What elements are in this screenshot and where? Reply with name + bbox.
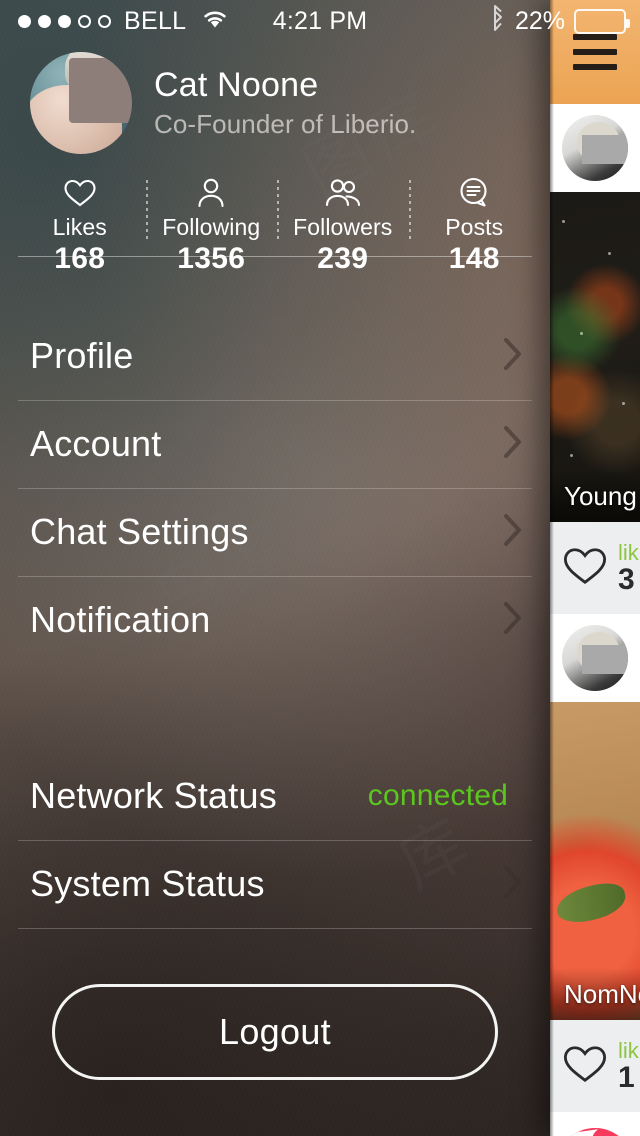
stat-followers[interactable]: Followers 239 — [277, 176, 409, 276]
feed-panel[interactable]: Young W lik 3 NomNo lik — [550, 0, 640, 1136]
menu-item-label: Account — [30, 423, 502, 465]
stat-label: Followers — [277, 214, 409, 241]
profile-name-block: Cat Noone Co-Founder of Liberio. — [154, 66, 416, 139]
stat-value: 148 — [409, 242, 541, 276]
feed-card-like-text: lik 3 — [618, 541, 639, 596]
profile-stats: Likes 168 Following 1356 Followers 239 — [0, 176, 550, 276]
menu-item-notification[interactable]: Notification — [0, 576, 550, 664]
avatar[interactable] — [562, 625, 628, 691]
feed-card-photo[interactable]: NomNo — [550, 702, 640, 1020]
feed-card-caption: NomNo — [550, 968, 640, 1020]
menu-item-label: Notification — [30, 599, 502, 641]
battery-percent-label: 22% — [515, 7, 565, 36]
feed-logo-row — [550, 1112, 640, 1136]
menu-divider — [18, 928, 532, 929]
menu-item-account[interactable]: Account — [0, 400, 550, 488]
stat-label: Following — [146, 214, 278, 241]
profile-name: Cat Noone — [154, 66, 416, 105]
like-count: 3 — [618, 564, 639, 596]
stat-likes[interactable]: Likes 168 — [14, 176, 146, 276]
heart-icon — [14, 176, 146, 210]
feed-card-avatar-row[interactable] — [550, 104, 640, 192]
like-label: lik — [618, 1039, 639, 1062]
feed-card-like-row[interactable]: lik 3 — [550, 522, 640, 614]
menu-item-network-status[interactable]: Network Status connected — [0, 752, 550, 840]
app-screen: 图库 鸟图 库 BELL 4:21 PM — [0, 0, 640, 1136]
stat-posts[interactable]: Posts 148 — [409, 176, 541, 276]
network-status-value: connected — [368, 779, 508, 813]
like-count: 1 — [618, 1062, 639, 1094]
like-label: lik — [618, 541, 639, 564]
menu-item-label: Profile — [30, 335, 502, 377]
battery-icon — [574, 9, 626, 34]
status-bar: BELL 4:21 PM 22% — [0, 0, 640, 42]
avatar[interactable] — [562, 115, 628, 181]
bluetooth-icon — [490, 5, 506, 38]
speech-bubble-icon — [409, 176, 541, 210]
avatar[interactable] — [30, 52, 132, 154]
settings-drawer: Cat Noone Co-Founder of Liberio. Likes 1… — [0, 0, 550, 1136]
drawer-edge-shadow — [550, 0, 554, 1136]
chevron-right-icon — [502, 864, 524, 905]
feed-card-avatar-row[interactable] — [550, 614, 640, 702]
status-bar-right: 22% — [490, 5, 626, 38]
people-icon — [277, 176, 409, 210]
menu-item-system-status[interactable]: System Status — [0, 840, 550, 928]
logout-label: Logout — [219, 1011, 331, 1053]
profile-identity[interactable]: Cat Noone Co-Founder of Liberio. — [0, 52, 550, 154]
profile-tagline: Co-Founder of Liberio. — [154, 109, 416, 140]
stat-value: 168 — [14, 242, 146, 276]
chevron-right-icon — [502, 512, 524, 553]
feed-card-like-text: lik 1 — [618, 1039, 639, 1094]
feed-card-photo[interactable]: Young W — [550, 192, 640, 522]
header-divider — [18, 256, 532, 257]
profile-header: Cat Noone Co-Founder of Liberio. Likes 1… — [0, 52, 550, 276]
stat-value: 1356 — [146, 242, 278, 276]
menu-item-profile[interactable]: Profile — [0, 312, 550, 400]
chevron-right-icon — [502, 336, 524, 377]
stat-following[interactable]: Following 1356 — [146, 176, 278, 276]
feed-card-caption: Young W — [550, 470, 640, 522]
stat-label: Likes — [14, 214, 146, 241]
stat-value: 239 — [277, 242, 409, 276]
menu-item-label: System Status — [30, 863, 502, 905]
stat-label: Posts — [409, 214, 541, 241]
menu-item-label: Chat Settings — [30, 511, 502, 553]
menu-item-label: Network Status — [30, 775, 368, 817]
person-icon — [146, 176, 278, 210]
chevron-right-icon — [502, 600, 524, 641]
heart-outline-icon[interactable] — [562, 1043, 608, 1090]
logout-button[interactable]: Logout — [52, 984, 498, 1080]
heart-outline-icon[interactable] — [562, 545, 608, 592]
menu-item-chat-settings[interactable]: Chat Settings — [0, 488, 550, 576]
chevron-right-icon — [502, 424, 524, 465]
app-logo-icon — [556, 1128, 634, 1136]
feed-card-like-row[interactable]: lik 1 — [550, 1020, 640, 1112]
